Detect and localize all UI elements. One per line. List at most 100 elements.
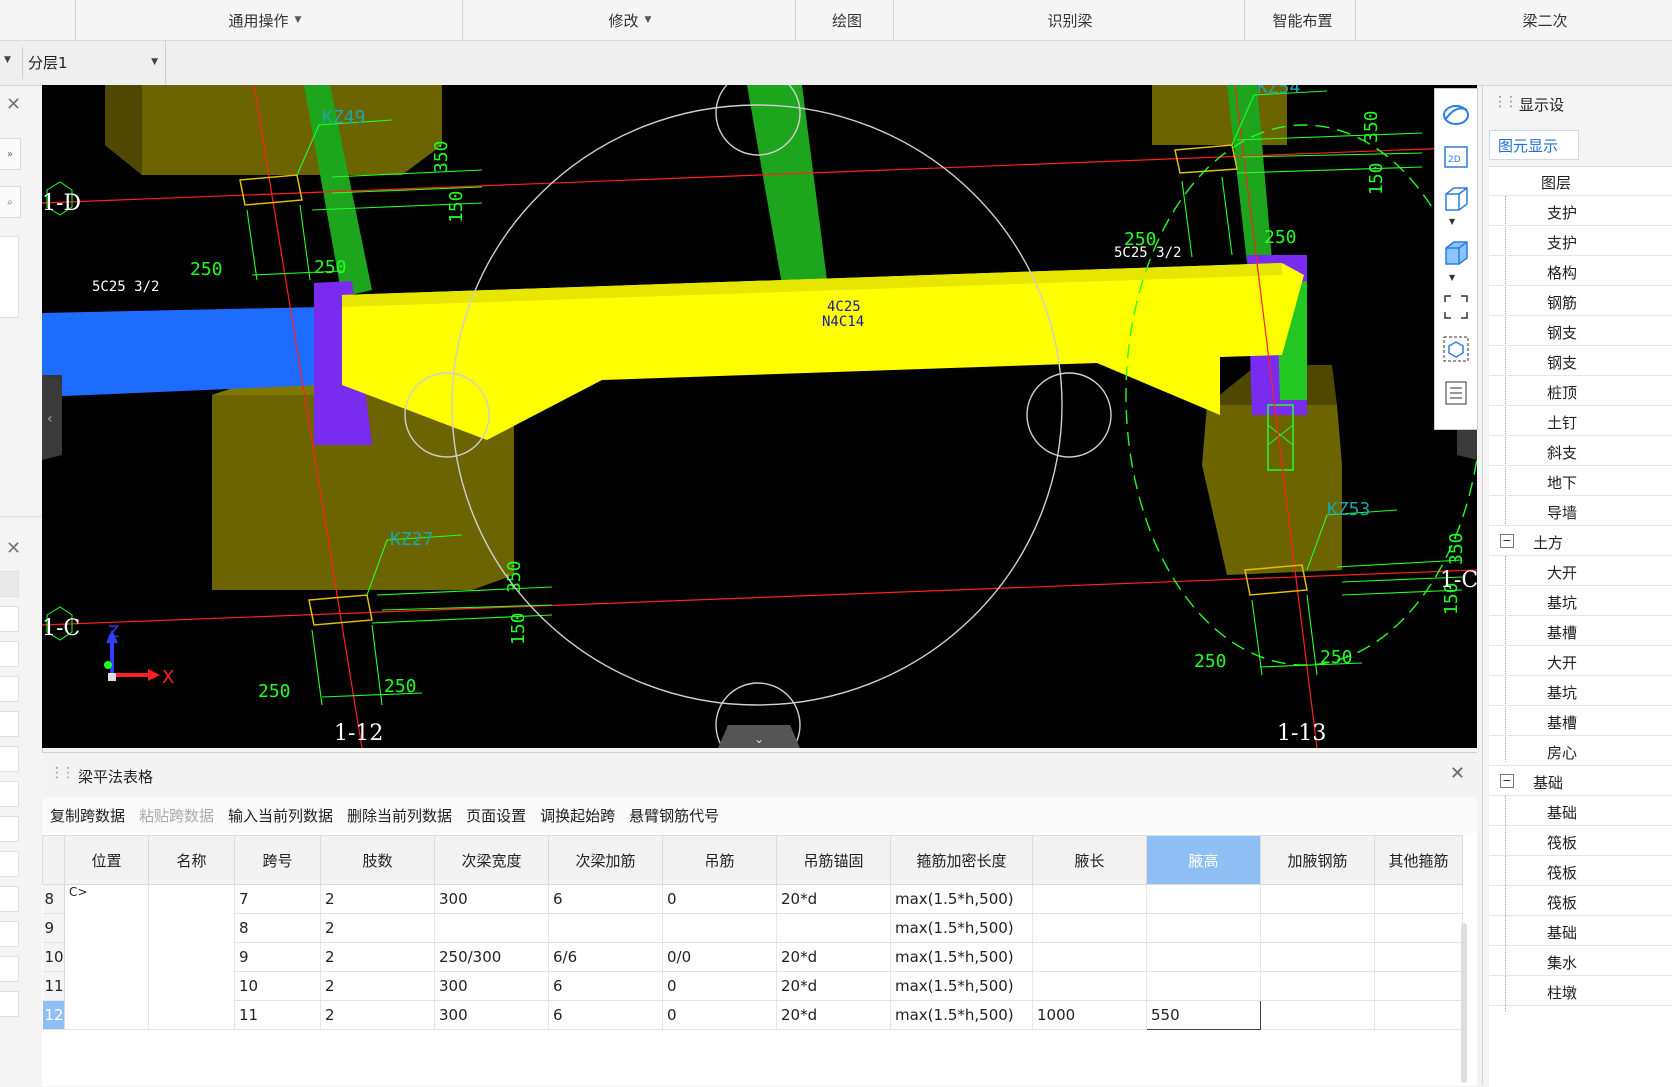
cell[interactable]: max(1.5*h,500): [890, 884, 1033, 914]
row-number[interactable]: 8: [42, 884, 65, 914]
column-header[interactable]: 次梁加筋: [548, 835, 663, 885]
chevron-down-icon[interactable]: ▼: [1449, 217, 1455, 226]
list-item[interactable]: 大开: [1489, 557, 1672, 586]
cell[interactable]: 6/6: [548, 942, 663, 972]
cell-editing[interactable]: 550: [1146, 1000, 1261, 1030]
table-row[interactable]: 10 9 2 250/300 6/6 0/0 20*d max(1.5*h,50…: [42, 942, 1463, 972]
column-header[interactable]: 肢数: [320, 835, 435, 885]
list-item[interactable]: 集水: [1489, 947, 1672, 976]
cell[interactable]: 20*d: [776, 1000, 891, 1030]
cell[interactable]: 0: [662, 1000, 777, 1030]
chevron-down-icon[interactable]: ▼: [4, 55, 11, 65]
list-item[interactable]: 柱墩: [1489, 977, 1672, 1006]
ribbon-beam-secondary[interactable]: 梁二次: [1510, 0, 1580, 40]
cell[interactable]: [1032, 971, 1147, 1001]
cell[interactable]: 10: [234, 971, 321, 1001]
list-item[interactable]: [0, 571, 19, 597]
cell[interactable]: 250/300: [434, 942, 549, 972]
cell[interactable]: 6: [548, 884, 663, 914]
drag-handle-icon[interactable]: ⋮⋮: [1493, 94, 1518, 110]
vertical-scrollbar[interactable]: [1461, 923, 1467, 1083]
cell[interactable]: [1032, 884, 1147, 914]
close-icon[interactable]: ✕: [6, 538, 21, 559]
list-item[interactable]: [0, 676, 19, 702]
list-item[interactable]: 钢支: [1489, 347, 1672, 376]
cell[interactable]: [1260, 942, 1375, 972]
cell[interactable]: [1260, 1000, 1375, 1030]
list-item[interactable]: 格构: [1489, 257, 1672, 286]
paste-span-button[interactable]: 粘贴跨数据: [139, 805, 214, 826]
cell[interactable]: max(1.5*h,500): [890, 942, 1033, 972]
orbit-icon[interactable]: [1440, 99, 1472, 131]
cell[interactable]: [1032, 942, 1147, 972]
row-number[interactable]: 9: [42, 913, 65, 943]
list-item[interactable]: [0, 746, 19, 772]
list-item[interactable]: [0, 606, 19, 632]
list-item[interactable]: 基槽: [1489, 707, 1672, 736]
cell[interactable]: [1374, 884, 1463, 914]
collapse-icon[interactable]: −: [1500, 774, 1514, 788]
list-item[interactable]: 导墙: [1489, 497, 1672, 526]
cell[interactable]: [1032, 913, 1147, 943]
list-item[interactable]: [0, 711, 19, 737]
isolate-icon[interactable]: [1440, 333, 1472, 365]
list-icon[interactable]: [1440, 377, 1472, 409]
page-setup-button[interactable]: 页面设置: [466, 805, 526, 826]
list-item[interactable]: [0, 781, 19, 807]
tree-group-foundation[interactable]: − 基础: [1489, 767, 1672, 796]
cell[interactable]: [662, 913, 777, 943]
list-item[interactable]: [0, 921, 19, 947]
list-item[interactable]: 基槽: [1489, 617, 1672, 646]
cell[interactable]: [1374, 971, 1463, 1001]
ribbon-smart-layout[interactable]: 智能布置: [1255, 0, 1350, 40]
cell[interactable]: [1374, 1000, 1463, 1030]
ribbon-recognize-beam[interactable]: 识别梁: [1020, 0, 1120, 40]
cell[interactable]: max(1.5*h,500): [890, 913, 1033, 943]
close-icon[interactable]: ✕: [6, 94, 21, 115]
column-header[interactable]: 次梁宽度: [434, 835, 549, 885]
cell[interactable]: 2: [320, 971, 435, 1001]
expand-icon[interactable]: »: [0, 138, 21, 170]
list-item[interactable]: 钢支: [1489, 317, 1672, 346]
list-item[interactable]: 基础: [1489, 917, 1672, 946]
cell[interactable]: [1146, 971, 1261, 1001]
list-item[interactable]: 图层: [1489, 167, 1672, 196]
column-header[interactable]: 跨号: [234, 835, 321, 885]
ribbon-general-ops[interactable]: 通用操作 ▼: [200, 0, 330, 40]
column-header-selected[interactable]: 腋高: [1146, 835, 1261, 885]
cell[interactable]: 2: [320, 913, 435, 943]
cell[interactable]: [1146, 884, 1261, 914]
tab-element-display[interactable]: 图元显示: [1489, 130, 1579, 160]
cell[interactable]: 20*d: [776, 942, 891, 972]
list-item[interactable]: 桩顶: [1489, 377, 1672, 406]
list-item[interactable]: [0, 886, 19, 912]
cell[interactable]: [1374, 942, 1463, 972]
column-header[interactable]: 箍筋加密长度: [890, 835, 1033, 885]
list-item[interactable]: 土钉: [1489, 407, 1672, 436]
cell[interactable]: 6: [548, 971, 663, 1001]
cell[interactable]: 6: [548, 1000, 663, 1030]
cell[interactable]: [548, 913, 663, 943]
cell[interactable]: 300: [434, 971, 549, 1001]
column-header[interactable]: 名称: [148, 835, 235, 885]
cell[interactable]: [148, 884, 235, 1030]
list-item[interactable]: 基坑: [1489, 587, 1672, 616]
cell[interactable]: 2: [320, 1000, 435, 1030]
list-item[interactable]: 支护: [1489, 227, 1672, 256]
cell[interactable]: 20*d: [776, 971, 891, 1001]
collapse-icon[interactable]: −: [1500, 534, 1514, 548]
list-item[interactable]: 地下: [1489, 467, 1672, 496]
cell[interactable]: 300: [434, 884, 549, 914]
cell[interactable]: [434, 913, 549, 943]
delete-column-button[interactable]: 删除当前列数据: [347, 805, 452, 826]
row-number[interactable]: 10: [42, 942, 65, 972]
list-item[interactable]: 基坑: [1489, 677, 1672, 706]
column-header[interactable]: 其他箍筋: [1374, 835, 1463, 885]
cell[interactable]: 0: [662, 971, 777, 1001]
cell[interactable]: 8: [234, 913, 321, 943]
column-header[interactable]: 吊筋锚固: [776, 835, 891, 885]
footing[interactable]: [105, 85, 442, 175]
floor-select[interactable]: 分层1 ▼: [28, 47, 164, 77]
table-row[interactable]: 9 8 2 max(1.5*h,500): [42, 913, 1463, 943]
fit-view-icon[interactable]: [1440, 291, 1472, 323]
